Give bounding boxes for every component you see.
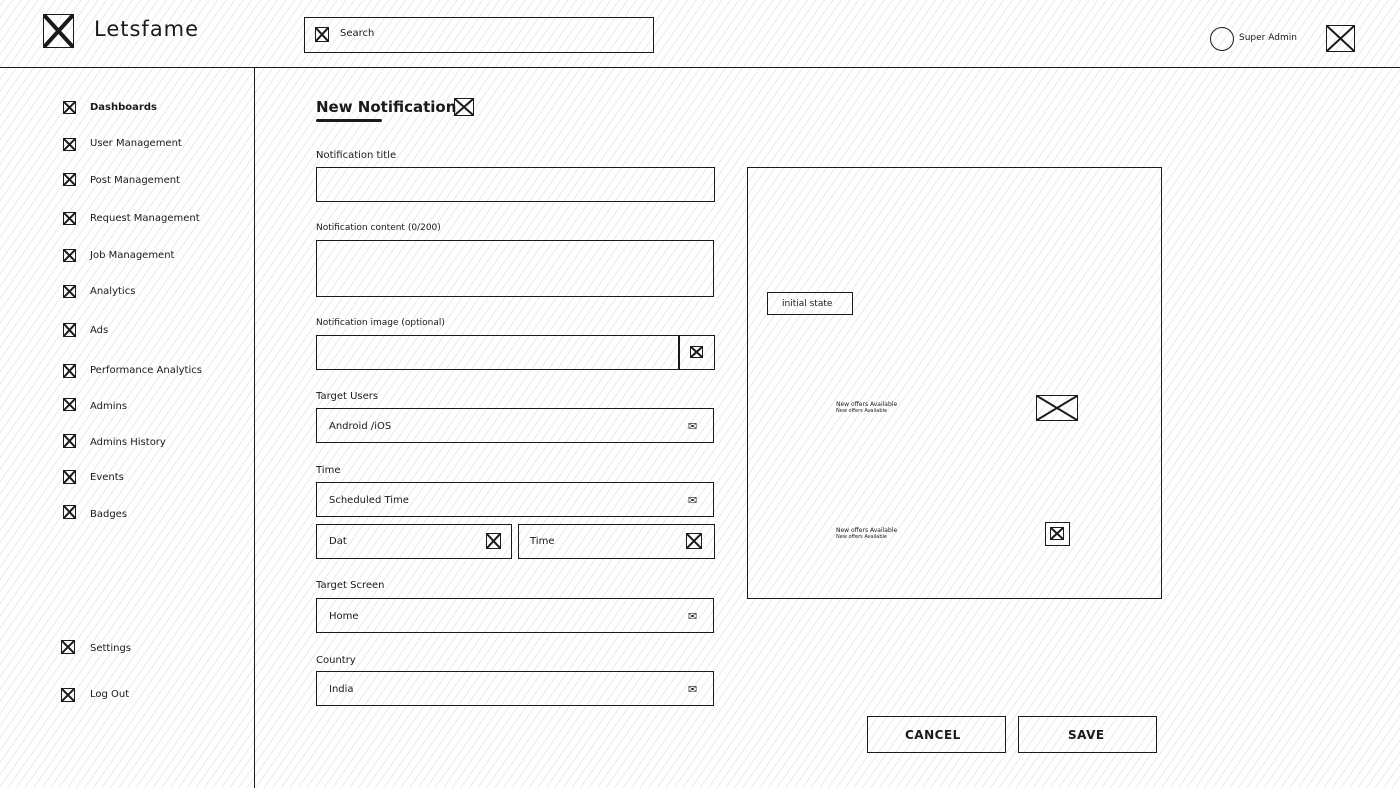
date-placeholder: Dat bbox=[329, 536, 347, 547]
sidebar-item-events[interactable]: Events bbox=[90, 472, 124, 483]
header-menu-icon[interactable] bbox=[1326, 25, 1355, 52]
log-out-icon bbox=[61, 688, 75, 702]
target-users-dropdown-icon: ✉ bbox=[688, 420, 698, 433]
notification-content-label: Notification content (0/200) bbox=[316, 223, 441, 233]
sidebar-item-badges[interactable]: Badges bbox=[90, 509, 127, 520]
sidebar-item-admins-history[interactable]: Admins History bbox=[90, 437, 166, 448]
avatar[interactable] bbox=[1210, 27, 1234, 51]
dashboards-icon bbox=[63, 101, 76, 114]
time-placeholder: Time bbox=[530, 536, 555, 547]
time-dropdown-icon: ✉ bbox=[688, 494, 698, 507]
preview-notification-title: New offers Available bbox=[836, 527, 898, 534]
post-management-icon bbox=[63, 173, 76, 186]
events-icon bbox=[63, 470, 76, 484]
notification-image-label: Notification image (optional) bbox=[316, 318, 445, 328]
sidebar-item-dashboards[interactable]: Dashboards bbox=[90, 102, 157, 113]
performance-analytics-icon bbox=[63, 364, 76, 378]
title-underline bbox=[316, 119, 382, 122]
notification-title-label: Notification title bbox=[316, 150, 397, 161]
sidebar-item-user-management[interactable]: User Management bbox=[90, 138, 182, 149]
notification-image-input[interactable] bbox=[316, 335, 680, 370]
analytics-icon bbox=[63, 285, 76, 298]
preview-state-label: initial state bbox=[782, 299, 833, 309]
time-value: Scheduled Time bbox=[329, 495, 409, 506]
preview-notification-subtitle: New offers Available bbox=[836, 408, 887, 414]
ads-icon bbox=[63, 323, 76, 337]
clock-icon[interactable] bbox=[686, 533, 702, 549]
job-management-icon bbox=[63, 249, 76, 262]
user-name[interactable]: Super Admin bbox=[1239, 33, 1297, 43]
notification-preview-panel bbox=[747, 167, 1162, 599]
sidebar-item-ads[interactable]: Ads bbox=[90, 325, 108, 336]
sidebar-item-performance-analytics[interactable]: Performance Analytics bbox=[90, 365, 202, 376]
search-icon bbox=[315, 27, 329, 42]
image-upload-icon bbox=[690, 346, 703, 358]
notification-content-textarea[interactable] bbox=[316, 240, 714, 297]
admins-history-icon bbox=[63, 434, 76, 448]
target-users-label: Target Users bbox=[316, 391, 379, 402]
country-label: Country bbox=[316, 655, 356, 666]
preview-notification-thumb-icon bbox=[1045, 522, 1070, 546]
country-dropdown-icon: ✉ bbox=[688, 683, 698, 696]
page-title: New Notification bbox=[316, 98, 457, 116]
sidebar-item-log-out[interactable]: Log Out bbox=[90, 689, 129, 700]
request-management-icon bbox=[63, 212, 76, 225]
preview-notification-subtitle: New offers Available bbox=[836, 534, 887, 540]
preview-notification-thumb-inner bbox=[1050, 527, 1064, 540]
preview-notification-image-icon bbox=[1036, 395, 1078, 421]
target-screen-dropdown-icon: ✉ bbox=[688, 610, 698, 623]
badges-icon bbox=[63, 505, 76, 519]
time-label: Time bbox=[316, 465, 341, 476]
save-button-label: SAVE bbox=[1068, 728, 1105, 742]
logo-icon bbox=[43, 14, 74, 48]
target-screen-select[interactable] bbox=[316, 598, 714, 633]
calendar-icon[interactable] bbox=[486, 533, 501, 549]
sidebar-item-post-management[interactable]: Post Management bbox=[90, 175, 180, 186]
sidebar-item-analytics[interactable]: Analytics bbox=[90, 286, 135, 297]
sidebar-item-request-management[interactable]: Request Management bbox=[90, 213, 200, 224]
sidebar-item-job-management[interactable]: Job Management bbox=[90, 250, 174, 261]
title-action-icon[interactable] bbox=[454, 98, 474, 116]
country-value: India bbox=[329, 684, 354, 695]
sidebar-item-admins[interactable]: Admins bbox=[90, 401, 127, 412]
cancel-button-label: CANCEL bbox=[905, 728, 961, 742]
target-screen-label: Target Screen bbox=[316, 580, 385, 591]
sidebar-item-settings[interactable]: Settings bbox=[90, 643, 131, 654]
preview-notification-title: New offers Available bbox=[836, 401, 898, 408]
target-users-value: Android /iOS bbox=[329, 421, 392, 432]
user-management-icon bbox=[63, 138, 76, 151]
admins-icon bbox=[63, 398, 76, 411]
app-title: Letsfame bbox=[94, 17, 200, 41]
search-placeholder: Search bbox=[340, 28, 375, 39]
notification-title-input[interactable] bbox=[316, 167, 715, 202]
settings-icon bbox=[61, 640, 75, 654]
country-select[interactable] bbox=[316, 671, 714, 706]
app-header bbox=[0, 0, 1400, 68]
target-screen-value: Home bbox=[329, 611, 359, 622]
